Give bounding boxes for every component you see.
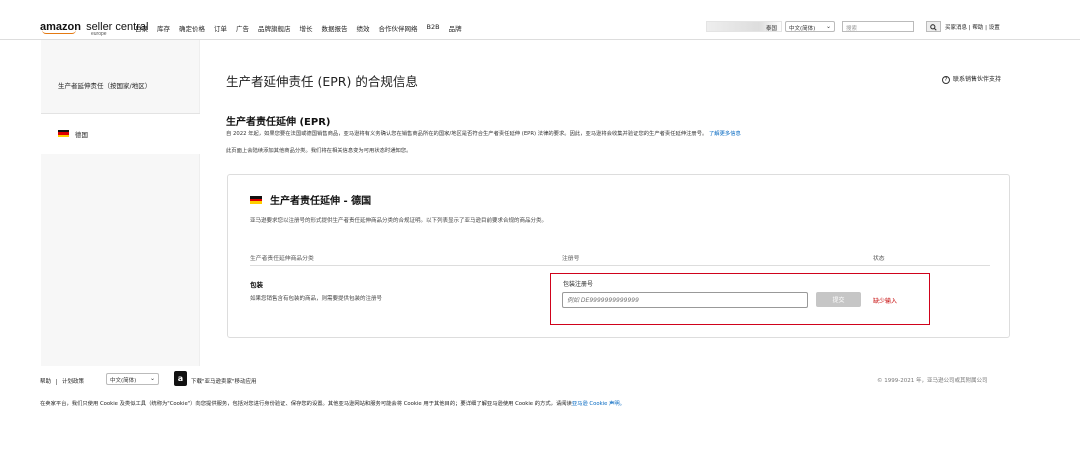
search-placeholder: 搜索 (846, 26, 858, 32)
sidebar-title: 生产者延伸责任（按国家/地区） (58, 82, 152, 90)
nav-item-performance[interactable]: 绩效 (357, 23, 370, 33)
search-input[interactable]: 搜索 (842, 21, 914, 32)
footer-language-value: 中文(简体) (110, 378, 137, 384)
category-description: 如果您销售含有包装的商品，则需要提供包装的注册号 (250, 296, 383, 302)
top-bar: amazon seller central europe 目录 库存 确定价格 … (0, 0, 1080, 40)
card-title-text: 生产者责任延伸 - 德国 (270, 196, 372, 207)
account-switcher[interactable]: 泰国 (706, 21, 782, 32)
header-links[interactable]: 买家消息 | 帮助 | 设置 (945, 23, 1000, 31)
category-name: 包装 (250, 281, 263, 289)
footer-links: 帮助 计划政策 (40, 377, 84, 385)
footer-language-select[interactable]: 中文(简体) ⌄ (106, 373, 159, 385)
language-value: 中文(简体) (789, 26, 816, 32)
chevron-down-icon: ⌄ (149, 375, 155, 382)
logo-region: europe (91, 31, 107, 37)
main-nav: 目录 库存 确定价格 订单 广告 品牌旗舰店 增长 数据报告 绩效 合作伙伴网络… (135, 23, 462, 33)
card-description: 亚马逊要求您以注册号的形式提供生产者责任延伸商品分类的合规证明。以下列表显示了亚… (250, 218, 548, 224)
section-description: 自 2022 年起，如果您要在法国或德国销售商品，亚马逊将有义务确认您在销售商品… (226, 129, 741, 137)
packaging-reg-label: 包装注册号 (563, 281, 594, 288)
nav-item-advertising[interactable]: 广告 (236, 23, 249, 33)
page-title: 生产者延伸责任 (EPR) 的合规信息 (226, 74, 418, 89)
submit-button[interactable]: 提交 (816, 292, 861, 307)
support-link-label: 联系销售伙伴支持 (953, 76, 1002, 83)
footer-help-link[interactable]: 帮助 (40, 379, 51, 385)
cookie-notice-text: 在卖家平台，我们只使用 Cookie 及类似工具（统称为"Cookie"）向您提… (40, 401, 572, 407)
nav-item-orders[interactable]: 订单 (214, 23, 227, 33)
column-header-status: 状态 (873, 256, 885, 262)
language-select[interactable]: 中文(简体) ⌄ (785, 21, 835, 32)
nav-item-catalog[interactable]: 目录 (135, 23, 148, 33)
column-header-registration: 注册号 (562, 256, 580, 262)
card-title: 生产者责任延伸 - 德国 (250, 192, 371, 207)
table-divider (250, 265, 990, 266)
search-button[interactable] (926, 21, 941, 32)
epr-germany-card: 生产者责任延伸 - 德国 亚马逊要求您以注册号的形式提供生产者责任延伸商品分类的… (227, 174, 1010, 338)
germany-flag-icon (58, 130, 69, 137)
column-header-category: 生产者责任延伸商品分类 (250, 256, 314, 262)
section-note: 此页面上会陆续添加其他商品分类。我们将在相关信息变为可用状态时通知您。 (226, 148, 412, 154)
chevron-down-icon: ⌄ (825, 23, 831, 30)
learn-more-link[interactable]: 了解更多信息 (709, 131, 741, 137)
nav-item-b2b[interactable]: B2B (427, 23, 440, 33)
seller-app-icon[interactable]: a (174, 371, 187, 386)
packaging-registration-input[interactable] (562, 292, 808, 308)
amazon-smile-icon (42, 30, 76, 34)
account-label: 泰国 (765, 26, 777, 32)
status-missing-input: 缺少输入 (873, 298, 898, 305)
footer-cookie-notice: 在卖家平台，我们只使用 Cookie 及类似工具（统称为"Cookie"）向您提… (40, 399, 625, 407)
nav-item-growth[interactable]: 增长 (300, 23, 313, 33)
sidebar-item-germany[interactable]: 德国 (41, 114, 200, 154)
nav-item-reports[interactable]: 数据报告 (322, 23, 348, 33)
nav-item-brands[interactable]: 品牌 (449, 23, 462, 33)
section-title: 生产者责任延伸 (EPR) (226, 117, 331, 128)
seller-central-logo[interactable]: amazon seller central europe (40, 20, 148, 38)
footer-separator (56, 378, 58, 385)
cookie-notice-link[interactable]: 亚马逊 Cookie 声明。 (572, 401, 625, 407)
footer-copyright: © 1999-2021 年，亚马逊公司或其附属公司 (877, 378, 988, 384)
section-description-text: 自 2022 年起，如果您要在法国或德国销售商品，亚马逊将有义务确认您在销售商品… (226, 131, 708, 137)
nav-item-partner-network[interactable]: 合作伙伴网络 (379, 23, 418, 33)
sidebar-item-label: 德国 (75, 131, 88, 139)
nav-item-stores[interactable]: 品牌旗舰店 (258, 23, 291, 33)
help-circle-icon: ? (942, 75, 950, 84)
footer-policy-link[interactable]: 计划政策 (62, 379, 84, 385)
footer-app-link[interactable]: 下载"亚马逊卖家"移动应用 (191, 377, 257, 385)
search-icon (930, 24, 937, 31)
nav-item-pricing[interactable]: 确定价格 (179, 23, 205, 33)
nav-item-inventory[interactable]: 库存 (157, 23, 170, 33)
support-link[interactable]: ? 联系销售伙伴支持 (942, 74, 1001, 84)
sidebar: 生产者延伸责任（按国家/地区） 德国 (41, 40, 200, 366)
germany-flag-icon (250, 196, 262, 204)
